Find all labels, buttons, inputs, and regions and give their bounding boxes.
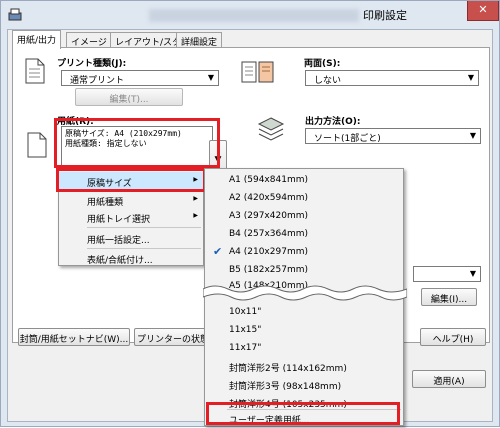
menu-item-label: 用紙種類 <box>87 198 124 208</box>
edit-print-type-button[interactable]: 編集(T)... <box>75 88 183 106</box>
title-bar: 印刷設定 ✕ <box>1 1 499 29</box>
edit-output-button[interactable]: 編集(I)... <box>421 288 477 306</box>
size-item[interactable]: 11x15" <box>205 321 403 340</box>
envelope-navi-button[interactable]: 封筒/用紙セットナビ(W)... <box>18 328 130 346</box>
size-item-selected[interactable]: ✔ A4 (210x297mm) <box>205 243 403 262</box>
close-icon[interactable]: ✕ <box>467 1 499 21</box>
apply-button[interactable]: 適用(A) <box>412 370 486 388</box>
size-item-label: A2 (420x594mm) <box>229 193 308 203</box>
size-item-label: A1 (594x841mm) <box>229 175 308 185</box>
stack-icon <box>257 116 285 147</box>
paper-type-line: 用紙種類: 指定しない <box>65 139 147 148</box>
size-item-label: 封筒洋形2号 (114x162mm) <box>229 364 347 374</box>
menu-item-label: 原稿サイズ <box>87 179 132 189</box>
paper-context-menu: 原稿サイズ ▶ 用紙種類 ▶ 用紙トレイ選択 ▶ 用紙一括設定... 表紙/合紙… <box>58 170 204 266</box>
chevron-down-icon: ▼ <box>467 73 474 82</box>
output-method-label: 出力方法(O): <box>305 117 361 127</box>
size-item[interactable]: A2 (420x594mm) <box>205 189 403 208</box>
submenu-arrow-icon: ▶ <box>193 176 198 183</box>
print-type-select[interactable]: 通常プリント ▼ <box>61 70 219 86</box>
checkmark-icon: ✔ <box>213 245 223 258</box>
size-item-label: 10x11" <box>229 307 262 317</box>
print-type-label: プリント種類(J): <box>57 59 127 69</box>
printer-name-blurred <box>149 9 359 22</box>
menu-item-label: 表紙/合紙付け... <box>87 256 153 266</box>
size-item-label: ユーザー定義用紙... <box>229 416 310 426</box>
printer-status-button[interactable]: プリンターの状態 <box>134 328 212 346</box>
size-item-label: 封筒洋形3号 (98x148mm) <box>229 382 342 392</box>
menu-item-label: 用紙トレイ選択 <box>87 215 151 225</box>
size-item-label: A4 (210x297mm) <box>229 247 308 257</box>
size-item[interactable]: 封筒洋形2号 (114x162mm) <box>205 357 403 376</box>
size-item-label: 11x17" <box>229 343 262 353</box>
size-item-label: A3 (297x420mm) <box>229 211 308 221</box>
hidden-select[interactable]: ▼ <box>413 266 481 282</box>
window-title: 印刷設定 <box>363 9 407 22</box>
duplex-icon <box>241 60 275 87</box>
paper-size-submenu: A1 (594x841mm) A2 (420x594mm) A3 (297x42… <box>203 168 407 428</box>
menu-item-original-size[interactable]: 原稿サイズ ▶ <box>59 172 203 191</box>
list-break-wave <box>203 285 407 301</box>
size-item-label: 11x15" <box>229 325 262 335</box>
tab-paper-output[interactable]: 用紙/出力 <box>12 30 62 49</box>
duplex-label: 両面(S): <box>304 59 341 69</box>
tab-image[interactable]: イメージ <box>66 32 112 48</box>
menu-separator <box>87 227 201 228</box>
size-item[interactable]: A1 (594x841mm) <box>205 171 403 190</box>
size-item[interactable]: 11x17" <box>205 339 403 358</box>
output-method-select[interactable]: ソート(1部ごと) ▼ <box>305 128 481 144</box>
size-item[interactable]: B4 (257x364mm) <box>205 225 403 244</box>
chevron-down-icon: ▼ <box>469 269 476 278</box>
size-item-label: B5 (182x257mm) <box>229 265 309 275</box>
menu-item-bulk-paper[interactable]: 用紙一括設定... <box>59 229 203 248</box>
size-item-label: B4 (257x364mm) <box>229 229 309 239</box>
chevron-down-icon: ▼ <box>207 73 214 82</box>
help-button[interactable]: ヘルプ(H) <box>420 328 486 346</box>
size-item[interactable]: 封筒洋形3号 (98x148mm) <box>205 375 403 394</box>
print-type-value: 通常プリント <box>70 76 125 86</box>
duplex-select[interactable]: しない ▼ <box>305 70 479 86</box>
size-item[interactable]: 10x11" <box>205 303 403 322</box>
chevron-down-icon: ▼ <box>214 155 222 165</box>
document-icon <box>25 58 45 87</box>
paper-icon <box>27 132 47 161</box>
duplex-value: しない <box>314 76 342 86</box>
output-method-value: ソート(1部ごと) <box>314 134 381 144</box>
size-item[interactable]: A3 (297x420mm) <box>205 207 403 226</box>
size-item-custom[interactable]: ユーザー定義用紙... <box>205 409 403 428</box>
menu-item-cover-insert[interactable]: 表紙/合紙付け... <box>59 249 203 268</box>
chevron-down-icon: ▼ <box>469 131 476 140</box>
submenu-arrow-icon: ▶ <box>193 212 198 219</box>
menu-item-label: 用紙一括設定... <box>87 236 150 246</box>
tab-advanced[interactable]: 詳細設定 <box>176 32 223 48</box>
menu-item-tray-select[interactable]: 用紙トレイ選択 ▶ <box>59 208 203 227</box>
submenu-arrow-icon: ▶ <box>193 195 198 202</box>
printer-icon <box>7 7 23 26</box>
paper-size-line: 原稿サイズ: A4 (210x297mm) <box>65 129 182 138</box>
